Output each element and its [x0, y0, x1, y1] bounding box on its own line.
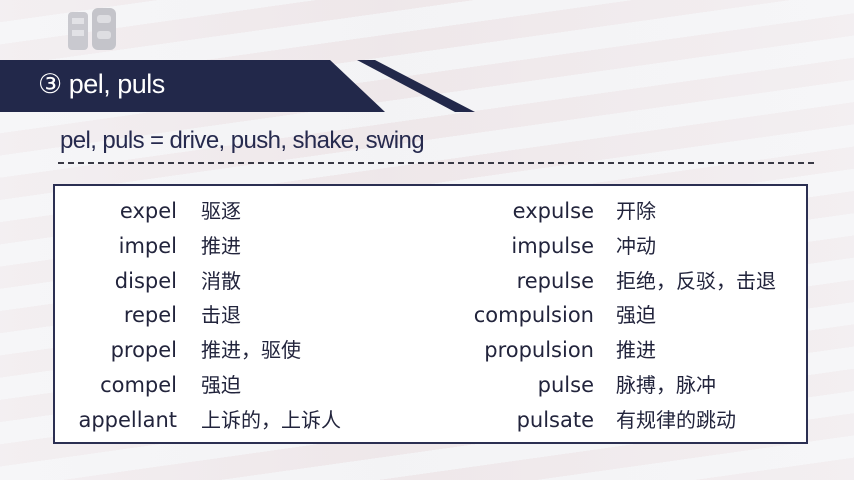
vocab-term: propulsion: [484, 338, 594, 363]
vocab-row: dispel 消散: [55, 264, 415, 299]
vocab-meaning: 脉搏，脉冲: [616, 372, 716, 397]
vocab-meaning: 开除: [616, 199, 656, 223]
vocab-meaning: 消散: [201, 268, 241, 293]
vocab-term: dispel: [114, 268, 177, 293]
vocab-meaning: 上诉的，上诉人: [201, 407, 341, 432]
page-title: ③ pel, puls: [38, 69, 165, 99]
vocabulary-table: expel 驱逐 impel 推进 dispel 消散 repel 击退 pro…: [53, 184, 808, 444]
vocab-meaning: 驱逐: [201, 199, 241, 223]
vocab-term: propel: [110, 338, 177, 363]
vocab-meaning: 推进: [201, 233, 241, 258]
vocab-term: repulse: [516, 268, 594, 293]
vocab-term: impulse: [511, 233, 594, 258]
vocab-term: expel: [119, 199, 177, 223]
vocab-row: pulsate 有规律的跳动: [435, 403, 805, 438]
vocab-row: impulse 冲动: [435, 229, 805, 264]
vocab-row: repulse 拒绝，反驳，击退: [435, 264, 805, 299]
logo-icon: [68, 8, 116, 50]
vocab-column-left: expel 驱逐 impel 推进 dispel 消散 repel 击退 pro…: [55, 194, 415, 438]
vocab-meaning: 推进: [616, 338, 656, 363]
vocab-row: propulsion 推进: [435, 333, 805, 368]
vocab-term: repel: [123, 303, 177, 328]
vocab-meaning: 拒绝，反驳，击退: [616, 268, 776, 293]
vocab-row: appellant 上诉的，上诉人: [55, 403, 415, 438]
vocab-term: compulsion: [473, 303, 594, 328]
vocab-meaning: 强迫: [201, 372, 241, 397]
vocab-row: compel 强迫: [55, 368, 415, 403]
vocab-row: expulse 开除: [435, 194, 805, 229]
vocab-row: expel 驱逐: [55, 194, 415, 229]
vocab-row: pulse 脉搏，脉冲: [435, 368, 805, 403]
dashed-divider: [58, 162, 814, 164]
vocab-row: repel 击退: [55, 298, 415, 333]
vocab-row: propel 推进，驱使: [55, 333, 415, 368]
vocab-term: pulse: [537, 372, 594, 397]
vocab-term: expulse: [512, 199, 594, 223]
vocab-meaning: 有规律的跳动: [616, 407, 736, 432]
vocab-column-right: expulse 开除 impulse 冲动 repulse 拒绝，反驳，击退 c…: [435, 194, 805, 438]
vocab-meaning: 冲动: [616, 233, 656, 258]
vocab-meaning: 强迫: [616, 303, 656, 328]
vocab-meaning: 击退: [201, 303, 241, 328]
root-definition: pel, puls = drive, push, shake, swing: [60, 127, 425, 154]
vocab-row: impel 推进: [55, 229, 415, 264]
vocab-meaning: 推进，驱使: [201, 338, 301, 363]
vocab-term: compel: [100, 372, 177, 397]
vocab-term: appellant: [78, 407, 177, 432]
vocab-term: pulsate: [516, 407, 594, 432]
vocab-term: impel: [118, 233, 177, 258]
vocab-row: compulsion 强迫: [435, 298, 805, 333]
